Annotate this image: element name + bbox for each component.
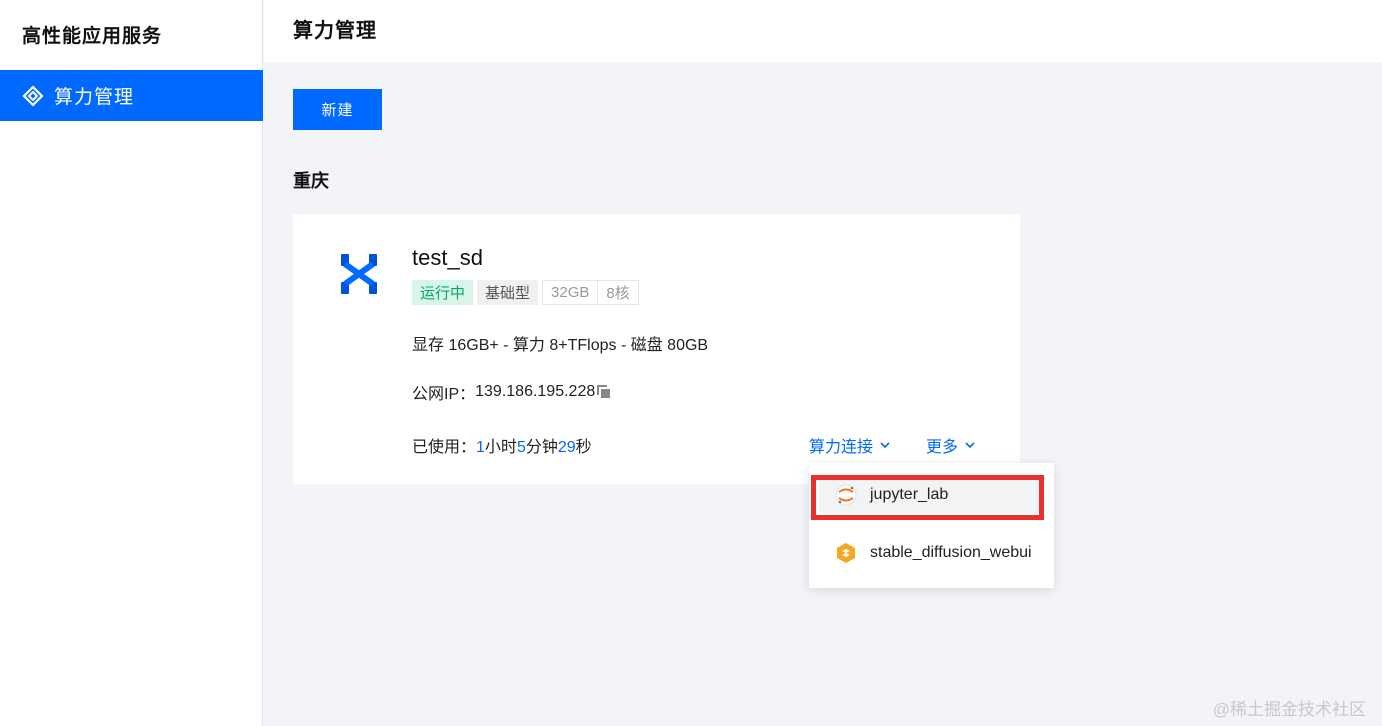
instance-logo-icon xyxy=(341,254,377,294)
memory-badge: 32GB xyxy=(542,280,599,305)
usage-minutes: 5 xyxy=(516,439,526,456)
cores-badge: 8核 xyxy=(598,280,639,305)
ip-label: 公网IP： xyxy=(412,386,476,403)
app-title: 高性能应用服务 xyxy=(22,26,163,47)
stable-diffusion-icon xyxy=(837,543,855,563)
chevron-down-icon xyxy=(880,442,890,449)
page-header: 算力管理 xyxy=(264,0,1382,62)
sidebar-item-label: 算力管理 xyxy=(54,87,135,108)
usage-seconds: 29 xyxy=(557,439,576,456)
usage-label: 已使用： xyxy=(412,439,477,456)
copy-icon[interactable] xyxy=(596,384,612,400)
instance-name: test_sd xyxy=(412,245,483,270)
usage-hours-unit: 小时 xyxy=(484,439,517,456)
type-badge: 基础型 xyxy=(477,280,539,305)
dropdown-item-stable-diffusion-webui[interactable]: stable_diffusion_webui xyxy=(819,535,1043,571)
dropdown-item-label: stable_diffusion_webui xyxy=(870,544,1032,561)
instance-tags: 运行中 基础型 32GB 8核 xyxy=(412,280,639,305)
public-ip: 公网IP： 139.186.195.228 xyxy=(412,380,612,404)
dropdown-item-jupyter-lab[interactable]: jupyter_lab xyxy=(819,477,1043,513)
compute-connect-label: 算力连接 xyxy=(809,439,874,456)
watermark: @稀土掘金技术社区 xyxy=(1212,700,1366,719)
instance-card: test_sd 运行中 基础型 32GB 8核 显存 16GB+ - 算力 8+… xyxy=(293,214,1020,484)
jupyter-icon xyxy=(835,484,857,506)
compute-connect-button[interactable]: 算力连接 xyxy=(809,433,891,457)
more-button[interactable]: 更多 xyxy=(926,433,976,457)
chevron-down-icon xyxy=(965,442,975,449)
sidebar: 高性能应用服务 算力管理 xyxy=(0,0,263,726)
more-label: 更多 xyxy=(926,439,959,456)
usage-seconds-unit: 秒 xyxy=(575,439,592,456)
page-title: 算力管理 xyxy=(293,20,377,42)
usage-time: 已使用：1小时5分钟29秒 xyxy=(412,433,592,457)
new-button[interactable]: 新建 xyxy=(293,89,382,130)
usage-minutes-unit: 分钟 xyxy=(525,439,558,456)
sidebar-item-compute-management[interactable]: 算力管理 xyxy=(0,70,263,121)
region-title: 重庆 xyxy=(293,171,329,191)
dropdown-item-label: jupyter_lab xyxy=(870,486,949,503)
ip-value: 139.186.195.228 xyxy=(475,383,596,400)
status-badge: 运行中 xyxy=(412,280,474,305)
instance-spec: 显存 16GB+ - 算力 8+TFlops - 磁盘 80GB xyxy=(412,337,709,354)
layers-icon xyxy=(22,84,44,107)
usage-hours: 1 xyxy=(476,439,485,456)
compute-connect-dropdown: jupyter_lab stable_diffusion_webui xyxy=(809,463,1054,588)
